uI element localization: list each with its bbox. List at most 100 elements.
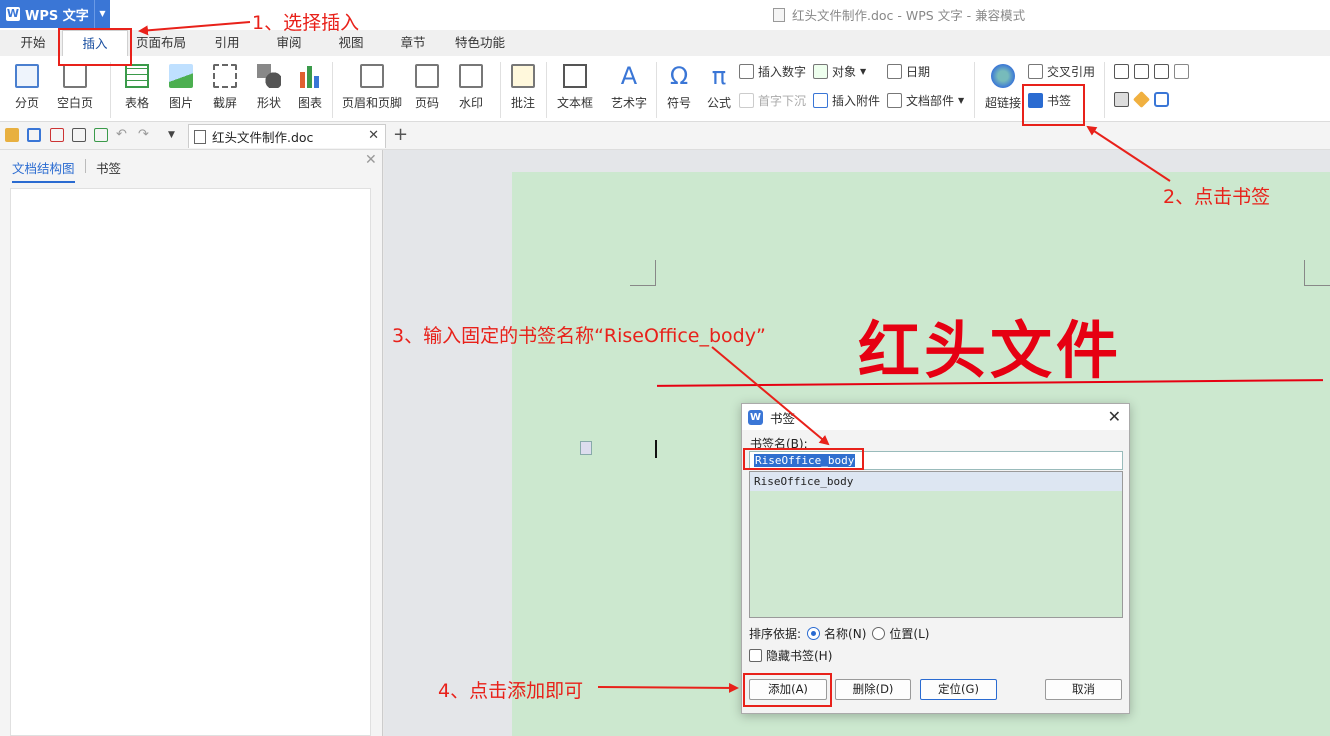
redo-icon[interactable]: ↷ xyxy=(138,128,152,142)
divider xyxy=(85,159,86,173)
watermark-button[interactable]: 水印 xyxy=(452,56,490,111)
chart-button[interactable]: 图表 xyxy=(294,56,326,111)
divider xyxy=(1104,62,1105,118)
delete-button[interactable]: 删除(D) xyxy=(835,679,911,700)
table-label: 表格 xyxy=(124,96,149,110)
calendar-icon xyxy=(887,63,902,79)
tab-home[interactable]: 开始 xyxy=(14,30,52,56)
blank-page-icon xyxy=(63,64,87,88)
crop-mark-top-left xyxy=(630,260,656,286)
checkbox-field-icon[interactable] xyxy=(1134,64,1149,79)
document-icon xyxy=(194,129,206,144)
export-pdf-icon[interactable] xyxy=(50,128,64,142)
close-icon[interactable]: ✕ xyxy=(368,128,379,143)
sort-by-name-radio[interactable] xyxy=(807,627,821,640)
wordart-icon: A xyxy=(620,62,638,90)
print-icon[interactable] xyxy=(72,128,86,142)
tab-bookmarks[interactable]: 书签 xyxy=(96,158,121,177)
symbol-button[interactable]: Ω 符号 xyxy=(660,56,698,111)
shapes-icon xyxy=(257,64,281,88)
hide-bookmarks-label[interactable]: 隐藏书签(H) xyxy=(766,647,832,664)
ribbon: 分页 空白页 表格 图片 截屏 形状 图表 页眉和页脚 页码 水印 批注 文本框… xyxy=(0,56,1330,122)
globe-link-icon xyxy=(991,64,1015,88)
page-number-label: 页码 xyxy=(414,96,439,110)
eraser-icon[interactable] xyxy=(1133,91,1150,108)
doc-parts-icon xyxy=(887,92,902,108)
save-icon[interactable] xyxy=(27,128,41,142)
sort-by-name-label[interactable]: 名称(N) xyxy=(824,625,866,642)
wordart-button[interactable]: A 艺术字 xyxy=(608,56,650,111)
sort-by-position-label[interactable]: 位置(L) xyxy=(889,625,929,642)
screenshot-label: 截屏 xyxy=(212,96,237,110)
attach-button[interactable]: 插入附件 xyxy=(813,90,880,110)
watermark-icon xyxy=(459,64,483,88)
text-cursor xyxy=(655,440,657,458)
open-folder-icon[interactable] xyxy=(5,128,19,142)
lock-icon[interactable] xyxy=(1154,92,1169,107)
app-menu-button[interactable]: W WPS 文字 ▼ xyxy=(0,0,110,28)
sort-row: 排序依据: 名称(N) 位置(L) xyxy=(749,625,929,642)
divider xyxy=(500,62,501,118)
drop-cap-icon xyxy=(739,92,754,108)
formula-button[interactable]: π 公式 xyxy=(704,56,734,111)
shape-button[interactable]: 形状 xyxy=(250,56,288,111)
textbox-label: 文本框 xyxy=(556,96,593,110)
insert-number-button[interactable]: 插入数字 xyxy=(739,61,806,81)
sort-by-position-radio[interactable] xyxy=(872,627,886,640)
undo-icon[interactable]: ↶ xyxy=(116,128,130,142)
form-field-icon[interactable] xyxy=(1114,64,1129,79)
picture-button[interactable]: 图片 xyxy=(162,56,200,111)
omega-icon: Ω xyxy=(669,62,689,90)
navigation-pane-body xyxy=(10,188,371,736)
doc-parts-label: 文档部件 xyxy=(906,93,955,108)
comment-button[interactable]: 批注 xyxy=(506,56,540,111)
divider xyxy=(332,62,333,118)
chevron-down-icon: ▼ xyxy=(958,95,965,105)
bar-chart-icon xyxy=(298,64,322,88)
tab-document-map[interactable]: 文档结构图 xyxy=(12,158,75,183)
locate-button[interactable]: 定位(G) xyxy=(920,679,997,700)
bookmark-list[interactable]: RiseOffice_body xyxy=(749,471,1123,618)
page-number-button[interactable]: 页码 xyxy=(408,56,446,111)
chevron-down-icon: ▼ xyxy=(860,66,867,76)
date-button[interactable]: 日期 xyxy=(887,61,930,81)
frame-icon[interactable] xyxy=(1174,64,1189,79)
object-label: 对象 xyxy=(832,64,857,79)
shading-icon[interactable] xyxy=(1114,92,1129,107)
paragraph-layout-icon[interactable] xyxy=(580,441,592,455)
window-title: 红头文件制作.doc - WPS 文字 - 兼容模式 xyxy=(773,5,1025,24)
print-preview-icon[interactable] xyxy=(94,128,108,142)
app-name: WPS 文字 xyxy=(25,8,89,24)
watermark-label: 水印 xyxy=(458,96,483,110)
chevron-down-icon[interactable]: ▼ xyxy=(94,0,110,28)
drop-cap-button[interactable]: 首字下沉 xyxy=(739,90,806,110)
tab-special[interactable]: 特色功能 xyxy=(452,30,508,56)
highlight-name-input xyxy=(743,448,864,470)
scissors-icon xyxy=(213,64,237,88)
new-tab-icon[interactable]: + xyxy=(393,124,408,145)
page-break-button[interactable]: 分页 xyxy=(8,56,46,111)
header-footer-button[interactable]: 页眉和页脚 xyxy=(340,56,404,111)
hyperlink-button[interactable]: 超链接 xyxy=(982,56,1024,111)
wordart-label: 艺术字 xyxy=(610,96,647,110)
tab-section[interactable]: 章节 xyxy=(394,30,432,56)
cancel-button[interactable]: 取消 xyxy=(1045,679,1122,700)
tab-references[interactable]: 引用 xyxy=(208,30,246,56)
chevron-down-icon[interactable]: ▼ xyxy=(168,128,182,142)
doc-parts-button[interactable]: 文档部件 ▼ xyxy=(887,90,964,110)
screenshot-button[interactable]: 截屏 xyxy=(206,56,244,111)
object-button[interactable]: 对象 ▼ xyxy=(813,61,866,81)
hide-bookmarks-checkbox[interactable] xyxy=(749,649,762,662)
close-icon[interactable]: ✕ xyxy=(1108,407,1121,426)
dialog-title: 书签 xyxy=(770,410,796,426)
object-icon xyxy=(813,63,828,79)
tab-page-layout[interactable]: 页面布局 xyxy=(134,30,188,56)
textbox-button[interactable]: 文本框 xyxy=(554,56,596,111)
dropdown-field-icon[interactable] xyxy=(1154,64,1169,79)
insert-number-label: 插入数字 xyxy=(758,64,807,79)
close-icon[interactable]: ✕ xyxy=(365,152,377,168)
list-item[interactable]: RiseOffice_body xyxy=(750,472,1122,491)
cross-ref-button[interactable]: 交叉引用 xyxy=(1028,61,1095,81)
picture-icon xyxy=(169,64,193,88)
document-tab[interactable]: 红头文件制作.doc ✕ xyxy=(188,124,386,148)
